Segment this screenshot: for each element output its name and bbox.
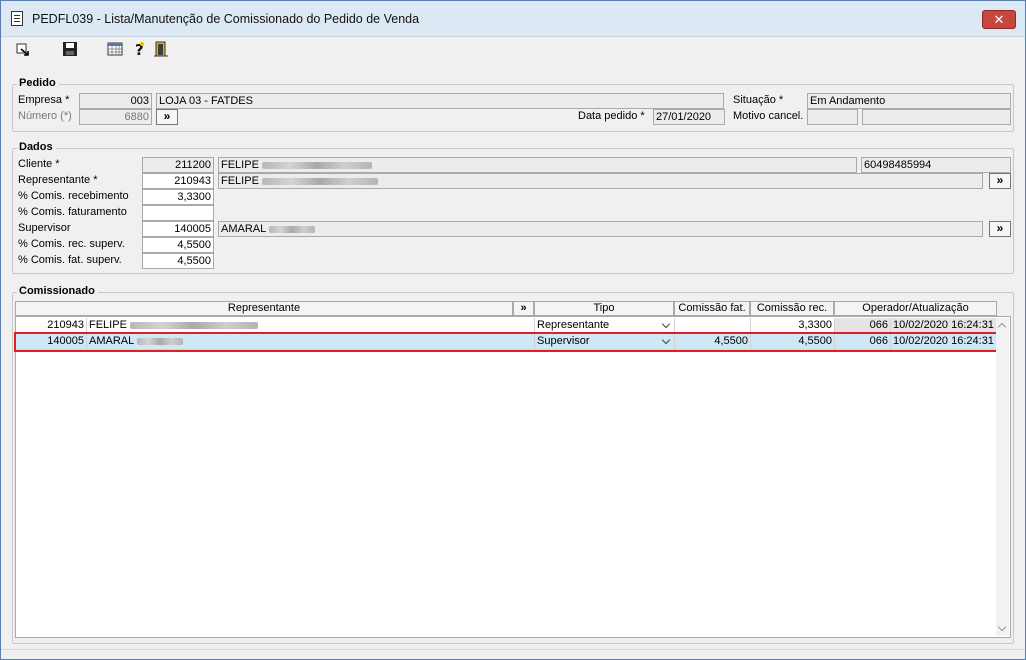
chevron-down-icon[interactable] xyxy=(661,335,671,345)
numero-field[interactable]: 6880 xyxy=(79,109,152,125)
row-code-cell[interactable]: 140005 xyxy=(16,334,87,350)
scroll-down-icon[interactable] xyxy=(997,622,1007,632)
situacao-field: Em Andamento xyxy=(807,93,1011,109)
window-title: PEDFL039 - Lista/Manutenção de Comission… xyxy=(32,12,420,26)
numero-more-button[interactable]: » xyxy=(156,109,178,125)
column-header-comissao-rec[interactable]: Comissão rec. xyxy=(750,301,834,316)
cliente-doc-field: 60498485994 xyxy=(861,157,1011,173)
supervisor-name: AMARAL xyxy=(221,223,266,235)
representante-code-field[interactable]: 210943 xyxy=(142,173,214,189)
status-bar xyxy=(1,649,1025,659)
motivo-cancel-label: Motivo cancel. xyxy=(733,110,804,122)
column-header-representante[interactable]: Representante xyxy=(15,301,513,316)
document-icon xyxy=(11,11,23,26)
column-header-operador-atualizacao[interactable]: Operador/Atualização xyxy=(834,301,997,316)
row-name-cell[interactable]: FELIPE xyxy=(87,318,535,334)
main-window: PEDFL039 - Lista/Manutenção de Comission… xyxy=(0,0,1026,660)
row-comissao-rec-cell[interactable]: 3,3300 xyxy=(751,318,835,334)
row-tipo: Representante xyxy=(537,319,610,331)
comis-faturamento-label: % Comis. faturamento xyxy=(18,206,127,218)
comis-fat-superv-label: % Comis. fat. superv. xyxy=(18,254,122,266)
row-comissao-fat-cell[interactable]: 4,5500 xyxy=(675,334,751,350)
situacao-label: Situação * xyxy=(733,94,784,106)
redacted-text xyxy=(261,177,378,185)
representante-label: Representante * xyxy=(18,174,98,186)
column-header-tipo[interactable]: Tipo xyxy=(534,301,674,316)
row-tipo-dropdown[interactable]: Representante xyxy=(535,318,675,334)
save-icon[interactable] xyxy=(61,40,79,58)
comissionado-grid[interactable]: 210943 FELIPE Representante 3,3300 066 1… xyxy=(14,316,1011,638)
cliente-name-field: FELIPE xyxy=(218,157,857,173)
motivo-cancel-desc-field xyxy=(862,109,1011,125)
cliente-code-field[interactable]: 211200 xyxy=(142,157,214,173)
chevron-down-icon[interactable] xyxy=(661,319,671,329)
redacted-text xyxy=(268,225,315,233)
exit-door-icon[interactable] xyxy=(152,40,170,58)
comis-faturamento-field[interactable] xyxy=(142,205,214,221)
table-row-selected[interactable]: 140005 AMARAL Supervisor 4,5500 4,5500 0… xyxy=(14,332,1000,352)
cliente-label: Cliente * xyxy=(18,158,60,170)
help-icon[interactable]: ? xyxy=(131,40,149,58)
representante-more-button[interactable]: » xyxy=(989,173,1011,189)
column-header-comissao-fat[interactable]: Comissão fat. xyxy=(674,301,750,316)
supervisor-label: Supervisor xyxy=(18,222,71,234)
comis-rec-superv-field[interactable]: 4,5500 xyxy=(142,237,214,253)
supervisor-more-button[interactable]: » xyxy=(989,221,1011,237)
empresa-name-field: LOJA 03 - FATDES xyxy=(156,93,724,109)
row-operador-cell: 066 xyxy=(835,318,891,334)
redacted-text xyxy=(261,161,372,169)
comis-fat-superv-field[interactable]: 4,5500 xyxy=(142,253,214,269)
row-atualizacao-cell: 10/02/2020 16:24:31 xyxy=(891,318,998,334)
comis-recebimento-label: % Comis. recebimento xyxy=(18,190,129,202)
row-code-cell[interactable]: 210943 xyxy=(16,318,87,334)
empresa-label: Empresa * xyxy=(18,94,70,106)
column-header-expand[interactable]: » xyxy=(513,301,534,316)
motivo-cancel-code-field xyxy=(807,109,858,125)
close-button[interactable]: ✕ xyxy=(982,10,1016,29)
row-comissao-fat-cell[interactable] xyxy=(675,318,751,334)
empresa-code-field[interactable]: 003 xyxy=(79,93,152,109)
toolbar: ? xyxy=(1,38,1025,60)
row-name: AMARAL xyxy=(89,335,134,347)
row-tipo-dropdown[interactable]: Supervisor xyxy=(535,334,675,350)
row-name: FELIPE xyxy=(89,319,127,331)
cliente-name: FELIPE xyxy=(221,159,259,171)
comissionado-group-label: Comissionado xyxy=(17,285,98,297)
table-row[interactable]: 210943 FELIPE Representante 3,3300 066 1… xyxy=(16,318,998,334)
title-bar: PEDFL039 - Lista/Manutenção de Comission… xyxy=(1,1,1025,37)
numero-label: Número (*) xyxy=(18,110,72,122)
row-tipo: Supervisor xyxy=(537,335,590,347)
representante-name: FELIPE xyxy=(221,175,259,187)
supervisor-code-field[interactable]: 140005 xyxy=(142,221,214,237)
comis-rec-superv-label: % Comis. rec. superv. xyxy=(18,238,125,250)
back-arrow-icon[interactable] xyxy=(14,40,32,58)
redacted-text xyxy=(136,337,183,345)
representante-name-field: FELIPE xyxy=(218,173,983,189)
dados-group-label: Dados xyxy=(17,141,56,153)
redacted-text xyxy=(129,321,258,329)
comis-recebimento-field[interactable]: 3,3300 xyxy=(142,189,214,205)
calendar-icon[interactable] xyxy=(106,40,124,58)
vertical-scrollbar[interactable] xyxy=(996,318,1009,636)
row-operador-cell: 066 xyxy=(835,334,891,350)
data-pedido-field[interactable]: 27/01/2020 xyxy=(653,109,725,125)
data-pedido-label: Data pedido * xyxy=(578,110,645,122)
row-comissao-rec-cell[interactable]: 4,5500 xyxy=(751,334,835,350)
scroll-up-icon[interactable] xyxy=(997,322,1007,332)
supervisor-name-field: AMARAL xyxy=(218,221,983,237)
pedido-group-label: Pedido xyxy=(17,77,59,89)
row-atualizacao-cell: 10/02/2020 16:24:31 xyxy=(891,334,998,350)
row-name-cell[interactable]: AMARAL xyxy=(87,334,535,350)
